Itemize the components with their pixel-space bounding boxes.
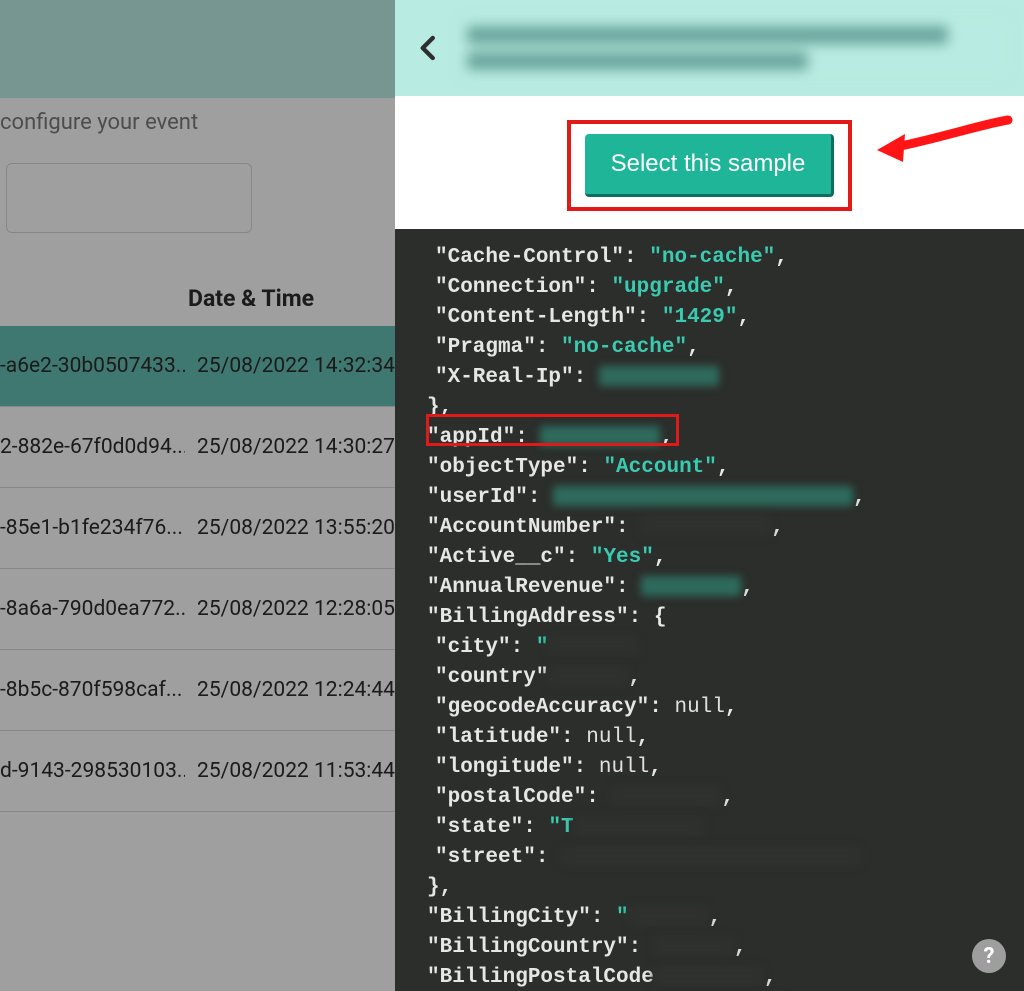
code-line: "Connection": "upgrade", [415, 273, 1014, 303]
code-line: "appId": ., [415, 423, 1014, 453]
event-datetime: 25/08/2022 12:28:05 [185, 597, 395, 621]
select-sample-area: Select this sample [395, 96, 1024, 229]
event-id: -8a6a-790d0ea772... [0, 597, 185, 621]
code-line: "BillingAddress": { [415, 603, 1014, 633]
detail-title-redacted [461, 18, 1008, 78]
annotation-highlight-box: Select this sample [567, 120, 853, 211]
code-line: "userId": ., [415, 483, 1014, 513]
configure-event-text: configure your event [0, 110, 395, 135]
search-input[interactable] [6, 163, 252, 233]
code-line: }, [415, 393, 1014, 423]
left-header-band [0, 0, 395, 98]
code-line: "geocodeAccuracy": null, [415, 693, 1014, 723]
code-line: "BillingCity": "., [415, 903, 1014, 933]
event-row[interactable]: d-9143-298530103... 25/08/2022 11:53:44 [0, 731, 395, 812]
code-line: "longitude": null, [415, 753, 1014, 783]
code-line: "Active__c": "Yes", [415, 543, 1014, 573]
code-line: "X-Real-Ip": . [415, 363, 1014, 393]
code-line: "Content-Length": "1429", [415, 303, 1014, 333]
code-line: "BillingCountry": ., [415, 933, 1014, 963]
code-line: "objectType": "Account", [415, 453, 1014, 483]
event-datetime: 25/08/2022 14:30:27 [185, 435, 395, 459]
code-line: "Pragma": "no-cache", [415, 333, 1014, 363]
code-line: }, [415, 873, 1014, 903]
event-id: -a6e2-30b0507433... [0, 354, 185, 378]
code-line: "street": . [415, 843, 1014, 873]
select-sample-button[interactable]: Select this sample [585, 134, 835, 197]
code-line: "postalCode": ., [415, 783, 1014, 813]
event-row[interactable]: -8b5c-870f598caf... 25/08/2022 12:24:44 [0, 650, 395, 731]
date-time-column-header: Date & Time [0, 285, 395, 312]
event-row[interactable]: -8a6a-790d0ea772... 25/08/2022 12:28:05 [0, 569, 395, 650]
event-id: 2-882e-67f0d0d94... [0, 435, 185, 459]
code-line: "AccountNumber": ., [415, 513, 1014, 543]
event-id: -8b5c-870f598caf... [0, 678, 185, 702]
code-line: "city": ". [415, 633, 1014, 663]
event-rows: -a6e2-30b0507433... 25/08/2022 14:32:34 … [0, 326, 395, 812]
detail-header [395, 0, 1024, 96]
code-line: "state": "T. [415, 813, 1014, 843]
event-datetime: 25/08/2022 13:55:20 [185, 516, 395, 540]
code-line: "country"., [415, 663, 1014, 693]
event-datetime: 25/08/2022 11:53:44 [185, 759, 395, 783]
help-button[interactable]: ? [972, 939, 1006, 973]
event-row[interactable]: 2-882e-67f0d0d94... 25/08/2022 14:30:27 [0, 407, 395, 488]
event-row[interactable]: -85e1-b1fe234f76... 25/08/2022 13:55:20 [0, 488, 395, 569]
chevron-left-icon [414, 33, 444, 63]
sample-detail-panel: Select this sample "Cache-Control": "no-… [395, 0, 1024, 991]
code-line: "BillingPostalCode., [415, 963, 1014, 991]
event-id: d-9143-298530103... [0, 759, 185, 783]
event-datetime: 25/08/2022 12:24:44 [185, 678, 395, 702]
back-button[interactable] [411, 30, 447, 66]
code-line: "Cache-Control": "no-cache", [415, 243, 1014, 273]
event-list-panel: configure your event Date & Time -a6e2-3… [0, 0, 395, 991]
event-id: -85e1-b1fe234f76... [0, 516, 185, 540]
code-line: "AnnualRevenue": ., [415, 573, 1014, 603]
code-line: "latitude": null, [415, 723, 1014, 753]
json-payload-viewer: "Cache-Control": "no-cache","Connection"… [395, 229, 1024, 991]
event-datetime: 25/08/2022 14:32:34 [185, 354, 395, 378]
event-row[interactable]: -a6e2-30b0507433... 25/08/2022 14:32:34 [0, 326, 395, 407]
